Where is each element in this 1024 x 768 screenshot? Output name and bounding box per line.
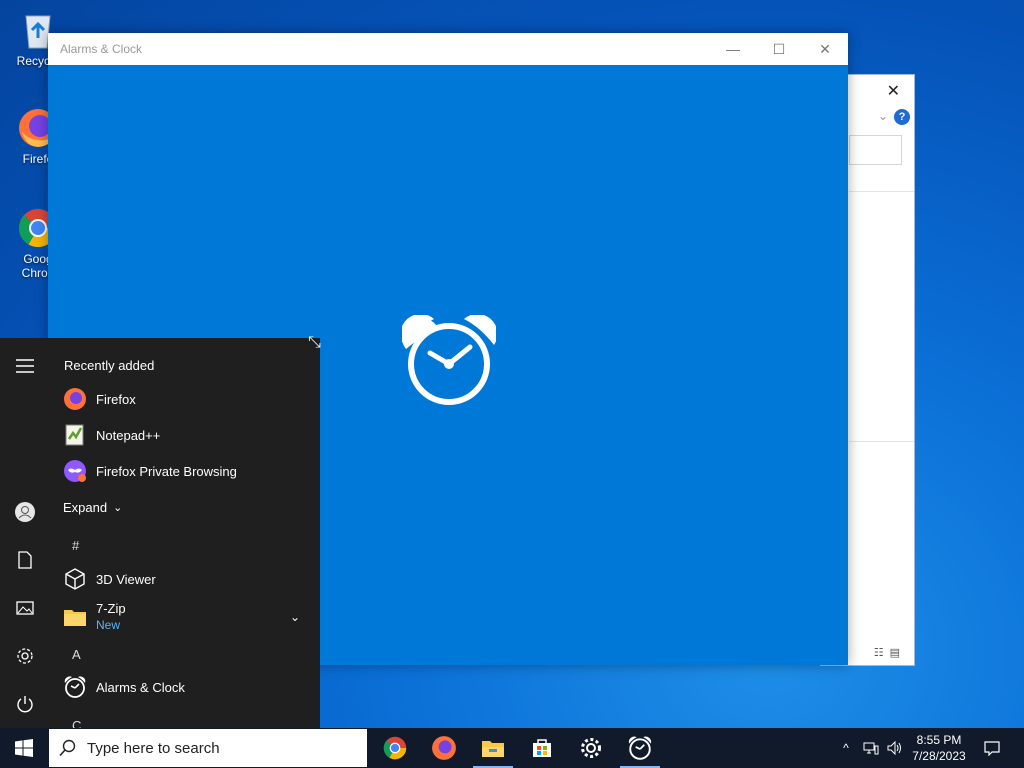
power-icon[interactable]	[8, 687, 42, 721]
network-icon[interactable]	[860, 728, 882, 768]
list-item-7-zip[interactable]: 7-Zip New ⌄	[62, 598, 312, 636]
section-letter[interactable]: #	[72, 538, 79, 553]
clock-date: 7/28/2023	[912, 749, 966, 763]
close-icon[interactable]: ✕	[887, 81, 900, 101]
divider	[849, 191, 914, 192]
list-item-alarms-clock[interactable]: Alarms & Clock	[62, 670, 312, 704]
start-button[interactable]	[0, 728, 48, 768]
taskbar-alarms-clock[interactable]	[616, 728, 664, 768]
help-icon[interactable]: ?	[894, 109, 910, 125]
taskbar-chrome[interactable]	[371, 728, 419, 768]
start-rail	[0, 338, 48, 730]
settings-icon	[581, 738, 601, 758]
folder-icon	[62, 604, 88, 630]
view-toggle-icons[interactable]: ☷▤	[874, 646, 906, 659]
taskbar: Type here to search ^ 8:55 PM 7/28/2023	[0, 728, 1024, 768]
app-label: Notepad++	[96, 427, 161, 443]
window-title: Alarms & Clock	[60, 42, 143, 56]
pictures-icon[interactable]	[8, 591, 42, 625]
documents-icon[interactable]	[8, 543, 42, 577]
list-item-notepad-plus-plus[interactable]: Notepad++	[62, 418, 312, 452]
app-label: Firefox	[96, 391, 136, 407]
expand-label: Expand	[63, 499, 108, 515]
app-label: Alarms & Clock	[96, 679, 185, 695]
settings-icon[interactable]	[8, 639, 42, 673]
firefox-icon	[62, 386, 88, 412]
chevron-down-icon: ⌄	[113, 501, 123, 514]
store-icon	[533, 739, 551, 757]
resize-handle-icon[interactable]: ⤡	[308, 334, 321, 352]
taskbar-firefox[interactable]	[420, 728, 468, 768]
chrome-icon	[383, 736, 407, 760]
3d-viewer-icon	[62, 566, 88, 592]
alarm-clock-icon	[402, 315, 496, 405]
app-label: 3D Viewer	[96, 571, 156, 587]
app-list: Recently added Firefox Notepad++ Firefox…	[48, 338, 320, 730]
list-item-firefox-private[interactable]: Firefox Private Browsing	[62, 454, 312, 488]
close-button[interactable]: ✕	[802, 33, 848, 65]
chevron-up-icon[interactable]: ^	[836, 728, 856, 768]
firefox-icon	[432, 736, 456, 760]
new-badge: New	[96, 618, 121, 632]
taskbar-clock[interactable]: 8:55 PM 7/28/2023	[906, 732, 972, 764]
expand-button[interactable]: Expand ⌄	[63, 490, 312, 524]
windows-logo-icon	[15, 739, 33, 757]
alarm-clock-icon	[628, 736, 652, 760]
recently-added-heading: Recently added	[64, 358, 155, 373]
volume-icon[interactable]	[884, 728, 906, 768]
firefox-private-icon	[62, 458, 88, 484]
taskbar-settings[interactable]	[567, 728, 615, 768]
app-label: 7-Zip	[96, 601, 126, 616]
taskbar-store[interactable]	[518, 728, 566, 768]
search-icon	[49, 739, 87, 757]
chevron-down-icon[interactable]: ⌄	[290, 610, 300, 624]
list-item-firefox[interactable]: Firefox	[62, 382, 312, 416]
notifications-icon[interactable]	[978, 728, 1006, 768]
search-box[interactable]: Type here to search	[49, 729, 367, 767]
chevron-down-icon[interactable]: ⌄	[878, 109, 888, 123]
title-bar[interactable]: Alarms & Clock — ☐ ✕	[48, 33, 848, 65]
divider	[849, 441, 914, 442]
section-letter[interactable]: A	[72, 647, 81, 662]
search-placeholder: Type here to search	[87, 739, 220, 757]
minimize-button[interactable]: —	[710, 33, 756, 65]
maximize-button[interactable]: ☐	[756, 33, 802, 65]
list-item-3d-viewer[interactable]: 3D Viewer	[62, 562, 312, 596]
start-menu[interactable]: Recently added Firefox Notepad++ Firefox…	[0, 338, 320, 730]
notepad-plus-plus-icon	[62, 422, 88, 448]
user-avatar-icon[interactable]	[8, 495, 42, 529]
taskbar-file-explorer[interactable]	[469, 728, 517, 768]
hamburger-icon[interactable]	[8, 349, 42, 383]
alarm-clock-icon	[62, 674, 88, 700]
search-box[interactable]	[849, 135, 902, 165]
clock-time: 8:55 PM	[916, 733, 962, 747]
app-label: Firefox Private Browsing	[96, 463, 237, 479]
file-explorer-icon	[482, 741, 504, 757]
